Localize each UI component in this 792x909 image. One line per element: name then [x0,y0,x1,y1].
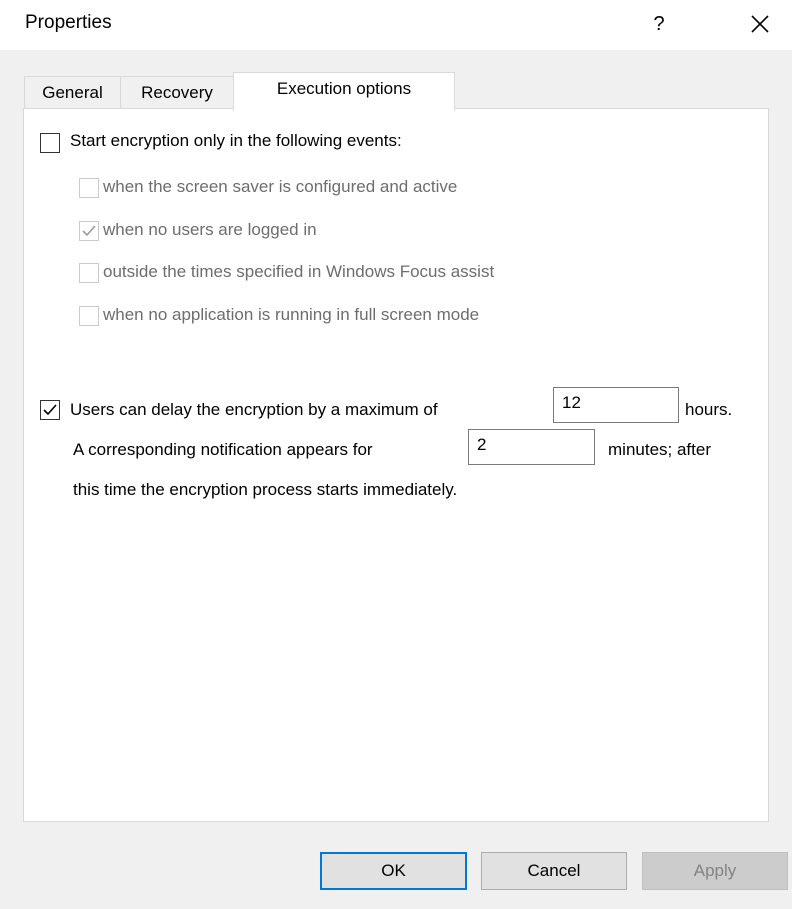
delay-encryption-checkbox[interactable] [40,400,60,420]
close-icon [751,15,769,33]
delay-encryption-label[interactable]: Users can delay the encryption by a maxi… [70,400,438,420]
close-button[interactable] [740,8,780,40]
event-no-users-label[interactable]: when no users are logged in [103,220,317,240]
hours-unit-label: hours. [685,400,733,419]
checkmark-icon [43,404,57,416]
event-screensaver-checkbox[interactable] [79,178,99,198]
checkmark-icon [82,225,96,237]
event-fullscreen-label[interactable]: when no application is running in full s… [103,305,479,325]
tab-execution-options[interactable]: Execution options [233,72,455,111]
notification-label: A corresponding notification appears for [73,440,373,459]
tab-general[interactable]: General [24,76,121,108]
delay-hours-input[interactable]: 12 [553,387,679,423]
ok-button[interactable]: OK [320,852,467,890]
start-only-events-label[interactable]: Start encryption only in the following e… [70,131,402,151]
event-screensaver-label[interactable]: when the screen saver is configured and … [103,177,457,197]
event-focus-assist-checkbox[interactable] [79,263,99,283]
execution-options-panel: Start encryption only in the following e… [23,108,769,822]
help-button[interactable]: ? [646,10,672,38]
tab-recovery[interactable]: Recovery [120,76,234,108]
trailing-text: this time the encryption process starts … [73,480,458,499]
event-focus-assist-label[interactable]: outside the times specified in Windows F… [103,262,494,282]
window-title: Properties [25,12,112,33]
event-fullscreen-checkbox[interactable] [79,306,99,326]
notification-minutes-input[interactable]: 2 [468,429,595,465]
start-only-events-checkbox[interactable] [40,133,60,153]
properties-dialog: Properties ? General Recovery Execution … [0,0,792,909]
minutes-unit-label: minutes; after [608,440,711,459]
apply-button[interactable]: Apply [642,852,788,890]
event-no-users-checkbox[interactable] [79,221,99,241]
title-bar: Properties ? [0,0,792,50]
cancel-button[interactable]: Cancel [481,852,627,890]
